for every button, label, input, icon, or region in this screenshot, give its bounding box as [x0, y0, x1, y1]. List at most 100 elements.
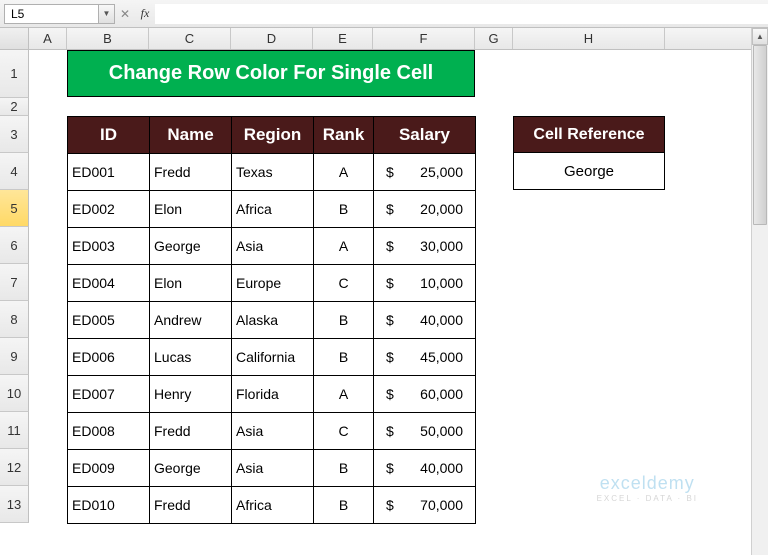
ref-value[interactable]: George: [513, 153, 665, 190]
select-all-corner[interactable]: [0, 28, 29, 49]
cell-region[interactable]: Florida: [232, 376, 314, 413]
row-header[interactable]: 11: [0, 412, 29, 449]
table-row[interactable]: ED006LucasCaliforniaB$45,000: [68, 339, 476, 376]
col-header-A[interactable]: A: [29, 28, 67, 49]
vertical-scrollbar[interactable]: ▲: [751, 28, 768, 555]
cell-rank[interactable]: C: [314, 265, 374, 302]
cell-rank[interactable]: B: [314, 191, 374, 228]
scroll-up-icon[interactable]: ▲: [752, 28, 768, 45]
name-box[interactable]: L5: [4, 4, 99, 24]
cell-id[interactable]: ED008: [68, 413, 150, 450]
th-region[interactable]: Region: [232, 117, 314, 154]
table-row[interactable]: ED004ElonEuropeC$10,000: [68, 265, 476, 302]
cell-region[interactable]: Asia: [232, 450, 314, 487]
row-header[interactable]: 8: [0, 301, 29, 338]
cell-id[interactable]: ED010: [68, 487, 150, 524]
col-header-B[interactable]: B: [67, 28, 149, 49]
cell-id[interactable]: ED004: [68, 265, 150, 302]
table-row[interactable]: ED007HenryFloridaA$60,000: [68, 376, 476, 413]
ref-header[interactable]: Cell Reference: [513, 116, 665, 153]
th-id[interactable]: ID: [68, 117, 150, 154]
row-header[interactable]: 5: [0, 190, 29, 227]
cell-region[interactable]: Europe: [232, 265, 314, 302]
row-header[interactable]: 6: [0, 227, 29, 264]
row-header[interactable]: 4: [0, 153, 29, 190]
cell-salary[interactable]: $40,000: [374, 450, 476, 487]
table-row[interactable]: ED003GeorgeAsiaA$30,000: [68, 228, 476, 265]
cell-salary[interactable]: $20,000: [374, 191, 476, 228]
cell-name[interactable]: Andrew: [150, 302, 232, 339]
col-header-G[interactable]: G: [475, 28, 513, 49]
formula-input[interactable]: [155, 4, 768, 24]
cell-salary[interactable]: $50,000: [374, 413, 476, 450]
col-header-D[interactable]: D: [231, 28, 313, 49]
cell-salary[interactable]: $60,000: [374, 376, 476, 413]
row-header[interactable]: 2: [0, 98, 29, 116]
cell-name[interactable]: Elon: [150, 191, 232, 228]
cell-name[interactable]: Fredd: [150, 487, 232, 524]
col-header-H[interactable]: H: [513, 28, 665, 49]
cell-rank[interactable]: B: [314, 339, 374, 376]
row-header[interactable]: 10: [0, 375, 29, 412]
cell-id[interactable]: ED003: [68, 228, 150, 265]
cell-rank[interactable]: A: [314, 154, 374, 191]
cell-region[interactable]: Asia: [232, 228, 314, 265]
cell-rank[interactable]: C: [314, 413, 374, 450]
cell-rank[interactable]: B: [314, 450, 374, 487]
th-name[interactable]: Name: [150, 117, 232, 154]
cell-id[interactable]: ED007: [68, 376, 150, 413]
cell-salary[interactable]: $40,000: [374, 302, 476, 339]
table-row[interactable]: ED001FreddTexasA$25,000: [68, 154, 476, 191]
fx-icon[interactable]: fx: [135, 4, 155, 24]
cell-id[interactable]: ED001: [68, 154, 150, 191]
cell-region[interactable]: California: [232, 339, 314, 376]
th-salary[interactable]: Salary: [374, 117, 476, 154]
cell-name[interactable]: Elon: [150, 265, 232, 302]
cell-name[interactable]: Henry: [150, 376, 232, 413]
row-header[interactable]: 3: [0, 116, 29, 153]
cell-region[interactable]: Africa: [232, 487, 314, 524]
cell-rank[interactable]: A: [314, 376, 374, 413]
row-header[interactable]: 13: [0, 486, 29, 523]
cell-salary[interactable]: $30,000: [374, 228, 476, 265]
cancel-icon[interactable]: ✕: [115, 4, 135, 24]
formula-bar: L5 ▼ ✕ fx: [0, 0, 768, 28]
cell-id[interactable]: ED005: [68, 302, 150, 339]
col-header-F[interactable]: F: [373, 28, 475, 49]
col-header-C[interactable]: C: [149, 28, 231, 49]
cell-rank[interactable]: B: [314, 487, 374, 524]
cell-salary[interactable]: $25,000: [374, 154, 476, 191]
table-row[interactable]: ED005AndrewAlaskaB$40,000: [68, 302, 476, 339]
table-row[interactable]: ED008FreddAsiaC$50,000: [68, 413, 476, 450]
cell-rank[interactable]: A: [314, 228, 374, 265]
cell-id[interactable]: ED009: [68, 450, 150, 487]
cell-rank[interactable]: B: [314, 302, 374, 339]
cell-grid[interactable]: Change Row Color For Single Cell ID Name…: [29, 50, 768, 523]
cell-salary[interactable]: $45,000: [374, 339, 476, 376]
cell-region[interactable]: Africa: [232, 191, 314, 228]
cell-region[interactable]: Asia: [232, 413, 314, 450]
data-table: ID Name Region Rank Salary ED001FreddTex…: [67, 116, 476, 524]
cell-id[interactable]: ED002: [68, 191, 150, 228]
row-header[interactable]: 9: [0, 338, 29, 375]
cell-salary[interactable]: $70,000: [374, 487, 476, 524]
table-row[interactable]: ED009GeorgeAsiaB$40,000: [68, 450, 476, 487]
th-rank[interactable]: Rank: [314, 117, 374, 154]
scroll-thumb[interactable]: [753, 45, 767, 225]
table-row[interactable]: ED010FreddAfricaB$70,000: [68, 487, 476, 524]
row-header[interactable]: 7: [0, 264, 29, 301]
table-row[interactable]: ED002ElonAfricaB$20,000: [68, 191, 476, 228]
cell-region[interactable]: Alaska: [232, 302, 314, 339]
cell-name[interactable]: Fredd: [150, 154, 232, 191]
name-box-dropdown[interactable]: ▼: [99, 4, 115, 24]
cell-name[interactable]: Lucas: [150, 339, 232, 376]
cell-name[interactable]: George: [150, 450, 232, 487]
row-header[interactable]: 1: [0, 50, 29, 98]
cell-salary[interactable]: $10,000: [374, 265, 476, 302]
row-header[interactable]: 12: [0, 449, 29, 486]
cell-region[interactable]: Texas: [232, 154, 314, 191]
cell-name[interactable]: George: [150, 228, 232, 265]
cell-name[interactable]: Fredd: [150, 413, 232, 450]
cell-id[interactable]: ED006: [68, 339, 150, 376]
col-header-E[interactable]: E: [313, 28, 373, 49]
